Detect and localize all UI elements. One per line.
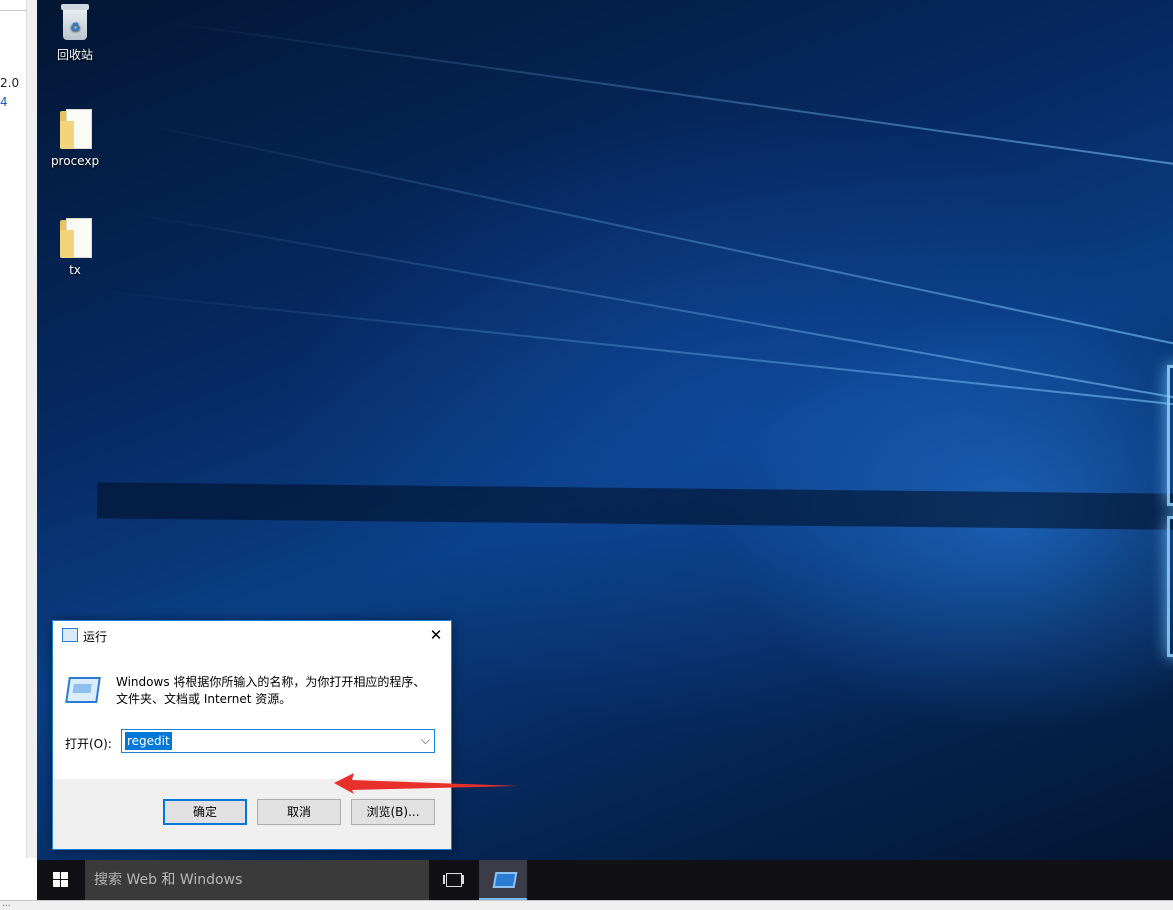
background-window-edge[interactable]: 2.0 4 <box>0 0 38 909</box>
folder-icon <box>58 107 92 149</box>
run-app-icon <box>62 628 78 642</box>
browse-button[interactable]: 浏览(B)... <box>351 799 435 825</box>
desktop-icon-label: tx <box>69 263 81 277</box>
task-view-button[interactable] <box>429 860 477 900</box>
desktop-icon-label: procexp <box>50 154 100 168</box>
ok-button[interactable]: 确定 <box>163 799 247 825</box>
run-program-icon <box>65 677 101 703</box>
run-dialog-title: 运行 <box>83 630 108 644</box>
background-window-topbar <box>0 0 26 11</box>
run-dialog-description: Windows 将根据你所输入的名称，为你打开相应的程序、文件夹、文档或 Int… <box>116 675 426 706</box>
taskbar-search-box[interactable]: 搜索 Web 和 Windows <box>85 860 429 900</box>
folder-icon <box>58 216 92 258</box>
open-input-selected-text[interactable]: regedit <box>125 732 172 750</box>
wallpaper-window-pane <box>1167 516 1173 657</box>
annotation-arrow-icon <box>334 773 520 794</box>
taskbar-run-app[interactable] <box>479 860 527 900</box>
desktop-icon-recycle-bin[interactable]: ♻ 回收站 <box>37 2 113 63</box>
taskbar: 搜索 Web 和 Windows <box>37 860 1173 900</box>
wallpaper-dark-band <box>96 482 1173 530</box>
close-icon: ✕ <box>429 626 443 644</box>
open-label: 打开(O): <box>65 737 112 751</box>
chevron-down-icon[interactable]: ⌵ <box>421 733 430 748</box>
bottom-window-text: ... <box>2 899 11 909</box>
cancel-button[interactable]: 取消 <box>257 799 341 825</box>
open-combobox[interactable]: regedit ⌵ <box>121 729 435 753</box>
desktop-icon-label: 回收站 <box>56 48 93 62</box>
desktop-icon-procexp[interactable]: procexp <box>37 107 113 168</box>
recycle-bin-icon: ♻ <box>57 2 93 42</box>
run-dialog-titlebar[interactable]: 运行 ✕ <box>53 621 451 650</box>
close-button[interactable]: ✕ <box>421 621 451 649</box>
background-window-link[interactable]: 4 <box>0 95 8 109</box>
background-window-text: 2.0 <box>0 76 20 90</box>
wallpaper-window-pane <box>1167 365 1173 506</box>
desktop-icon-tx[interactable]: tx <box>37 216 113 277</box>
wallpaper-light-ray <box>156 20 1173 176</box>
run-app-icon <box>492 872 518 888</box>
run-dialog[interactable]: 运行 ✕ Windows 将根据你所输入的名称，为你打开相应的程序、文件夹、文档… <box>52 620 452 850</box>
wallpaper-light-ray <box>126 120 1173 351</box>
start-button[interactable] <box>37 860 85 900</box>
wallpaper-light-ray <box>116 210 1173 403</box>
